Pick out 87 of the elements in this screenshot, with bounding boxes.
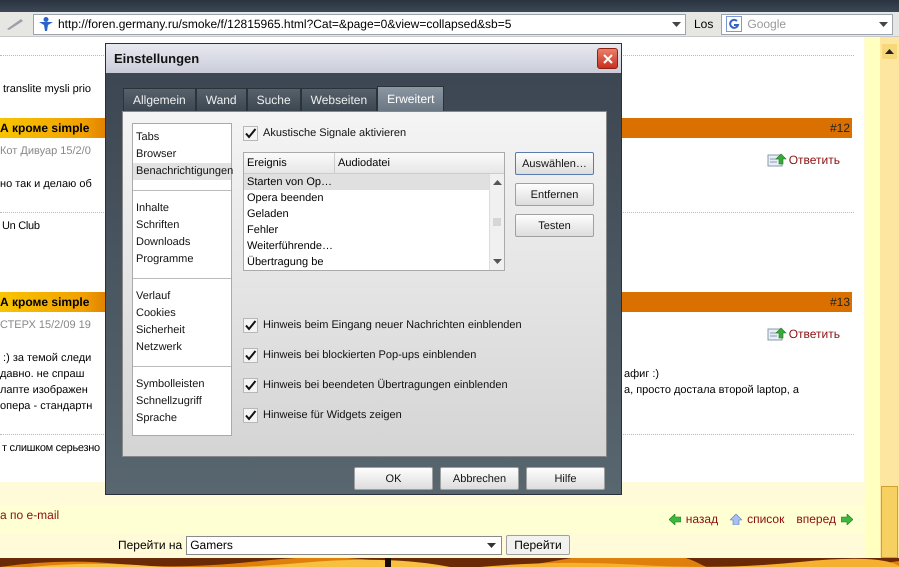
category-item[interactable]: Sprache xyxy=(133,410,231,427)
post-text: а, просто достала второй laptop, а xyxy=(624,384,799,396)
category-item[interactable]: Browser xyxy=(133,146,231,163)
post-text: но так и делаю об xyxy=(0,178,92,190)
post-author: Кот Дивуар 15/2/0 xyxy=(0,145,91,157)
tab[interactable]: Suche xyxy=(246,88,301,111)
category-item[interactable]: Downloads xyxy=(133,234,231,251)
category-item[interactable]: Symbolleisten xyxy=(133,376,231,393)
checkbox[interactable] xyxy=(243,126,258,140)
address-field[interactable]: http://foren.germany.ru/smoke/f/12815965.html?Cat=&page=0&view=collapsed&sb=5 xyxy=(33,14,686,34)
go-button[interactable]: Los xyxy=(692,17,716,31)
reply-icon xyxy=(766,326,787,342)
post-number: #12 xyxy=(830,121,851,135)
checkbox-label: Hinweis bei beendeten Übertragungen einblenden xyxy=(263,379,508,391)
signature-text: т слишком серьезно xyxy=(2,442,100,454)
nav-link[interactable]: вперед xyxy=(796,512,853,526)
table-row[interactable]: Opera beenden xyxy=(244,190,489,206)
right-arrow-icon xyxy=(841,514,853,524)
scrollbar[interactable] xyxy=(880,37,899,558)
close-icon xyxy=(602,54,612,64)
reply-icon xyxy=(766,152,787,168)
table-row[interactable]: Übertragung be xyxy=(244,254,489,270)
nav-link[interactable]: список xyxy=(730,512,784,526)
tab[interactable]: Allgemein xyxy=(123,88,196,111)
post-text: лапте изображен xyxy=(0,384,88,396)
scroll-thumb[interactable] xyxy=(881,486,898,558)
post-number: #13 xyxy=(830,295,851,309)
forum-select[interactable]: Gamers xyxy=(186,536,502,554)
post-text: афиг :) xyxy=(624,368,660,380)
category-item[interactable]: Verlauf xyxy=(133,288,231,305)
left-arrow-icon xyxy=(668,514,681,524)
reply-link[interactable]: Ответить xyxy=(766,152,840,168)
up-arrow-icon[interactable] xyxy=(492,180,502,185)
down-arrow-icon[interactable] xyxy=(492,259,502,264)
table-row[interactable]: Starten von Op… xyxy=(244,174,489,190)
checkbox[interactable] xyxy=(243,318,258,332)
table-row[interactable]: Geladen xyxy=(244,206,489,222)
post-text: давно. не спраш xyxy=(0,368,84,380)
up-arrow-icon xyxy=(730,514,742,524)
reply-link[interactable]: Ответить xyxy=(766,326,840,342)
category-item[interactable]: Netzwerk xyxy=(133,339,231,356)
dropdown-arrow-icon[interactable] xyxy=(672,22,681,26)
dropdown-arrow-icon xyxy=(487,542,496,548)
dialog-button[interactable]: Hilfe xyxy=(526,467,605,490)
tab[interactable]: Webseiten xyxy=(300,88,378,111)
scrollbar[interactable] xyxy=(489,174,504,270)
table-row[interactable]: Fehler xyxy=(244,222,489,238)
checkbox-label: Hinweis bei blockierten Pop-ups einblenden xyxy=(263,349,476,361)
person-icon xyxy=(38,16,54,32)
dialog-button[interactable]: Abbrechen xyxy=(440,467,519,490)
grip-icon xyxy=(493,218,501,226)
table-row[interactable]: Weiterführende… xyxy=(244,238,489,254)
category-item[interactable]: Sicherheit xyxy=(133,322,231,339)
close-button[interactable] xyxy=(597,48,618,69)
checkbox-label: Hinweis beim Eingang neuer Nachrichten einblenden xyxy=(263,319,522,331)
column-header[interactable]: Audiodatei xyxy=(335,153,390,173)
post-text: :) за темой следи xyxy=(2,352,92,364)
tab[interactable]: Erweitert xyxy=(377,86,444,111)
checkbox[interactable] xyxy=(243,348,258,362)
category-item[interactable]: Tabs xyxy=(133,129,231,146)
post-author: СТЕРХ 15/2/09 19 xyxy=(0,319,91,331)
goto-label: Перейти на xyxy=(118,538,182,552)
post-text: опера - стандартн xyxy=(0,400,92,412)
dialog-title: Einstellungen xyxy=(114,51,200,66)
email-link[interactable]: а по e-mail xyxy=(0,508,60,522)
category-item[interactable]: Programme xyxy=(133,251,231,268)
column-header[interactable]: Ereignis xyxy=(244,153,335,173)
category-item[interactable]: Cookies xyxy=(133,305,231,322)
goto-button[interactable]: Перейти xyxy=(506,535,570,555)
checkbox-label: Hinweise für Widgets zeigen xyxy=(263,409,402,421)
category-item[interactable]: Schriften xyxy=(133,217,231,234)
category-item[interactable]: Benachrichtigungen xyxy=(133,163,231,180)
dialog-button[interactable]: Entfernen xyxy=(515,183,594,206)
category-item[interactable]: Inhalte xyxy=(133,200,231,217)
letter-g-icon xyxy=(726,16,742,32)
checkbox-label: Akustische Signale aktivieren xyxy=(263,127,406,139)
dialog-button[interactable]: OK xyxy=(354,467,433,490)
dropdown-arrow-icon[interactable] xyxy=(879,22,888,26)
tab[interactable]: Wand xyxy=(196,88,247,111)
dialog-button[interactable]: Testen xyxy=(515,214,594,237)
signature-text: Un Club xyxy=(2,220,40,232)
dialog-button[interactable]: Auswählen… xyxy=(515,152,594,175)
nav-link[interactable]: назад xyxy=(668,512,718,526)
category-item[interactable]: Schnellzugriff xyxy=(133,393,231,410)
checkbox[interactable] xyxy=(243,408,258,422)
checkbox[interactable] xyxy=(243,378,258,392)
post-text: translite mysli prio xyxy=(3,83,92,95)
